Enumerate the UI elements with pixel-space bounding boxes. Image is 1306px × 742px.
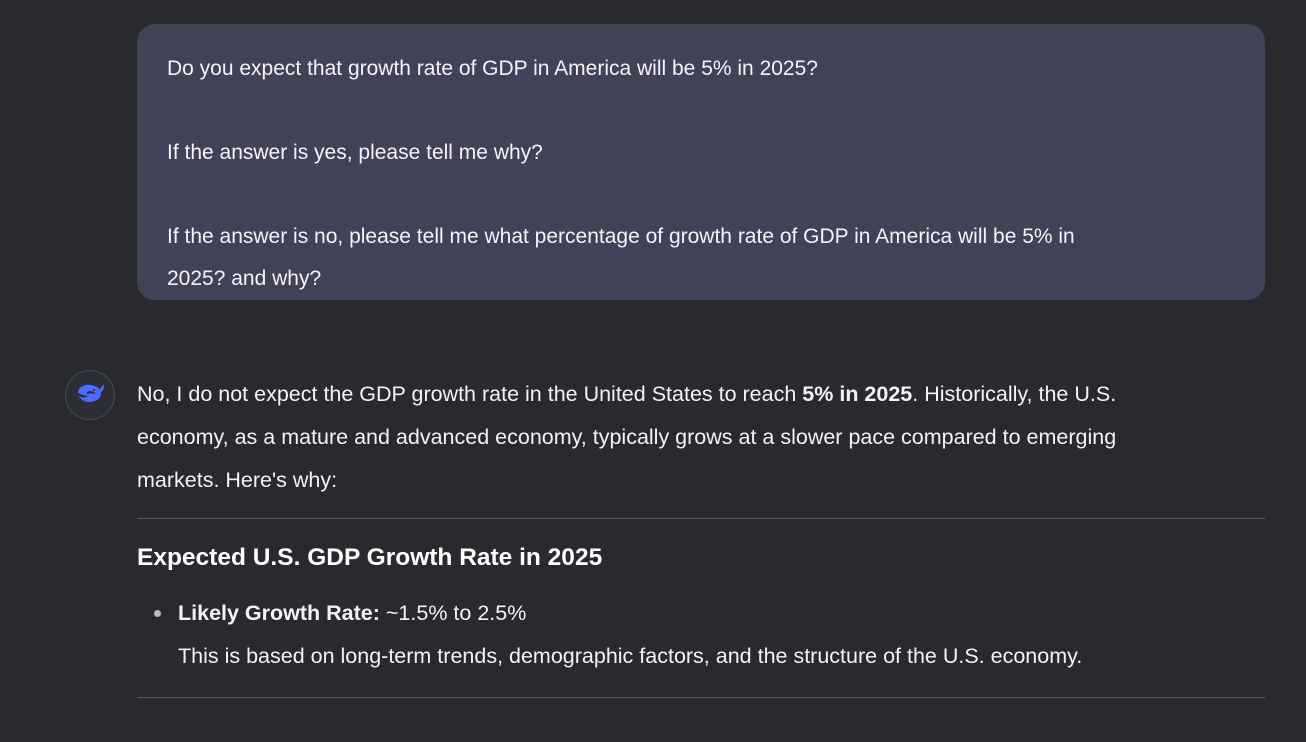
assistant-intro-line: markets. Here's why: [137, 468, 338, 492]
assistant-intro-emphasis: 5% in 2025 [802, 382, 913, 406]
user-message-line: Do you expect that growth rate of GDP in… [167, 57, 818, 80]
bullet-label: Likely Growth Rate: [178, 601, 380, 625]
bullet-list: Likely Growth Rate: ~1.5% to 2.5% This i… [137, 592, 1265, 678]
list-item: Likely Growth Rate: ~1.5% to 2.5% This i… [137, 592, 1265, 678]
bullet-dot [154, 610, 161, 617]
section-heading: Expected U.S. GDP Growth Rate in 2025 [137, 544, 603, 571]
divider [137, 518, 1265, 519]
assistant-avatar [65, 370, 115, 420]
user-message-line: If the answer is yes, please tell me why… [167, 141, 543, 164]
bullet-detail: This is based on long-term trends, demog… [178, 644, 1083, 668]
bullet-value: ~1.5% to 2.5% [379, 601, 527, 625]
user-message-bubble: Do you expect that growth rate of GDP in… [137, 24, 1265, 300]
assistant-message: No, I do not expect the GDP growth rate … [137, 373, 1265, 698]
whale-icon [75, 381, 105, 410]
user-message-line: 2025? and why? [167, 267, 322, 290]
assistant-intro-line: economy, as a mature and advanced econom… [137, 425, 1117, 449]
chat-page: Do you expect that growth rate of GDP in… [0, 0, 1306, 742]
assistant-intro-line: No, I do not expect the GDP growth rate … [137, 382, 1117, 406]
user-message-line: If the answer is no, please tell me what… [167, 225, 1075, 248]
divider [137, 697, 1265, 698]
